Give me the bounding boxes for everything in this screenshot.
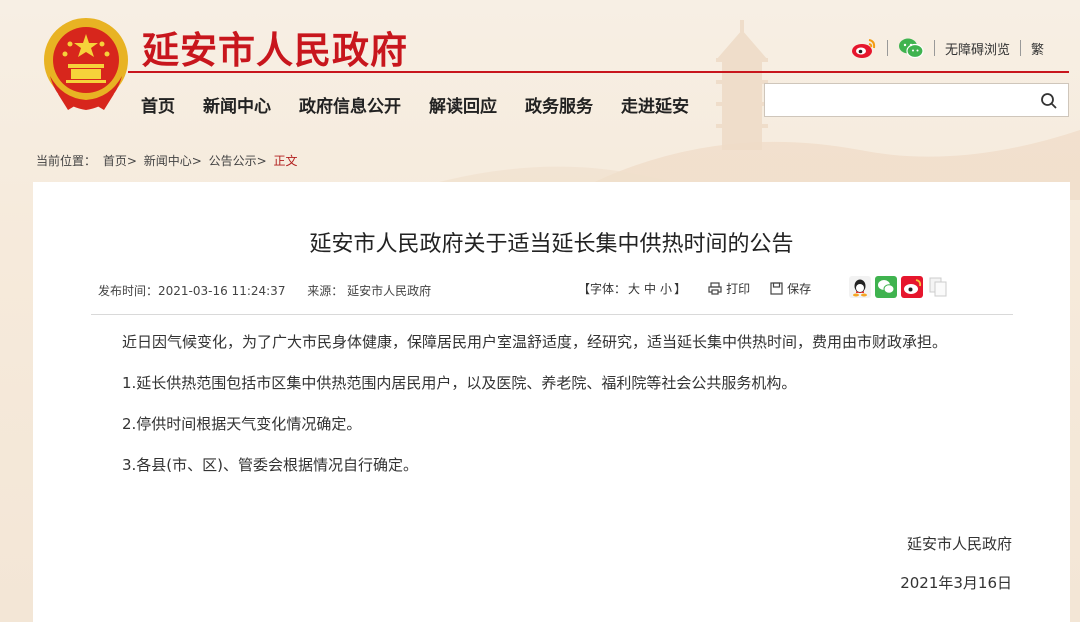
article-paragraph: 1.延长供热范围包括市区集中供热范围内居民用户，以及医院、养老院、福利院等社会公…	[122, 374, 797, 392]
weibo-share-icon[interactable]	[901, 276, 923, 298]
article-title: 延安市人民政府关于适当延长集中供热时间的公告	[309, 232, 794, 257]
article-paragraph: 3.各县(市、区)、管委会根据情况自行确定。	[122, 456, 419, 474]
publish-time: 发布时间：2021-03-16 11:24:37	[98, 284, 286, 298]
font-size-selector: 【字体：大中小】	[578, 280, 686, 297]
search-input[interactable]	[765, 84, 1025, 116]
nav-item-about-yanan[interactable]: 走进延安	[621, 92, 689, 117]
breadcrumb-notices[interactable]: 公告公示>	[209, 154, 267, 168]
breadcrumb-current: 正文	[273, 154, 298, 168]
breadcrumb: 当前位置： 首页> 新闻中心> 公告公示> 正文	[36, 152, 301, 169]
top-toolbar: 无障碍浏览 繁	[851, 36, 1044, 60]
breadcrumb-prefix: 当前位置：	[36, 154, 97, 168]
search-box	[764, 83, 1069, 117]
print-label: 打印	[726, 282, 751, 296]
save-button[interactable]: 保存	[770, 280, 811, 297]
header-divider	[128, 71, 1069, 73]
main-nav: 首页 新闻中心 政府信息公开 解读回应 政务服务 走进延安	[141, 92, 717, 117]
signature-org: 延安市人民政府	[906, 535, 1012, 553]
article-source: 来源： 延安市人民政府	[307, 284, 432, 298]
article-body: 近日因气候变化，为了广大市民身体健康，保障居民用户室温舒适度，经研究，适当延长集…	[122, 332, 1022, 496]
font-size-open: 【字体：	[578, 282, 627, 296]
toolbar-separator	[886, 40, 888, 56]
article-divider	[91, 314, 1013, 315]
qq-icon[interactable]	[849, 276, 871, 298]
article-paragraph: 近日因气候变化，为了广大市民身体健康，保障居民用户室温舒适度，经研究，适当延长集…	[122, 333, 948, 351]
article-meta: 发布时间：2021-03-16 11:24:37 来源： 延安市人民政府	[98, 282, 449, 299]
nav-item-interpretation[interactable]: 解读回应	[429, 92, 497, 117]
article-tools: 【字体：大中小】 打印 保存	[578, 280, 831, 297]
nav-item-news[interactable]: 新闻中心	[203, 92, 271, 117]
signature-date: 2021年3月16日	[900, 574, 1012, 592]
print-icon	[708, 282, 722, 295]
breadcrumb-news[interactable]: 新闻中心>	[144, 154, 202, 168]
font-size-large[interactable]: 大	[628, 282, 640, 296]
nav-item-services[interactable]: 政务服务	[525, 92, 593, 117]
toolbar-separator	[933, 40, 935, 56]
nav-item-home[interactable]: 首页	[141, 92, 175, 117]
font-size-close: 】	[674, 282, 687, 296]
wechat-share-icon[interactable]	[875, 276, 897, 298]
traditional-chinese-link[interactable]: 繁	[1031, 39, 1044, 58]
search-icon[interactable]	[1040, 92, 1058, 110]
breadcrumb-home[interactable]: 首页>	[103, 154, 137, 168]
article-panel: 延安市人民政府关于适当延长集中供热时间的公告 发布时间：2021-03-16 1…	[33, 182, 1070, 622]
nav-item-gov-info[interactable]: 政府信息公开	[299, 92, 401, 117]
accessibility-link[interactable]: 无障碍浏览	[945, 39, 1010, 58]
save-label: 保存	[787, 282, 812, 296]
print-button[interactable]: 打印	[708, 280, 750, 297]
font-size-small[interactable]: 小	[660, 282, 672, 296]
font-size-medium[interactable]: 中	[644, 282, 656, 296]
copy-icon[interactable]	[927, 276, 949, 298]
article-signature: 延安市人民政府 2021年3月16日	[900, 534, 1012, 593]
national-emblem-logo	[44, 18, 128, 110]
toolbar-separator	[1019, 40, 1021, 56]
site-title: 延安市人民政府	[142, 29, 408, 72]
save-icon	[770, 282, 783, 295]
share-bar	[849, 276, 953, 298]
wechat-icon[interactable]	[898, 36, 924, 60]
weibo-icon[interactable]	[851, 36, 877, 60]
article-paragraph: 2.停供时间根据天气变化情况确定。	[122, 415, 362, 433]
